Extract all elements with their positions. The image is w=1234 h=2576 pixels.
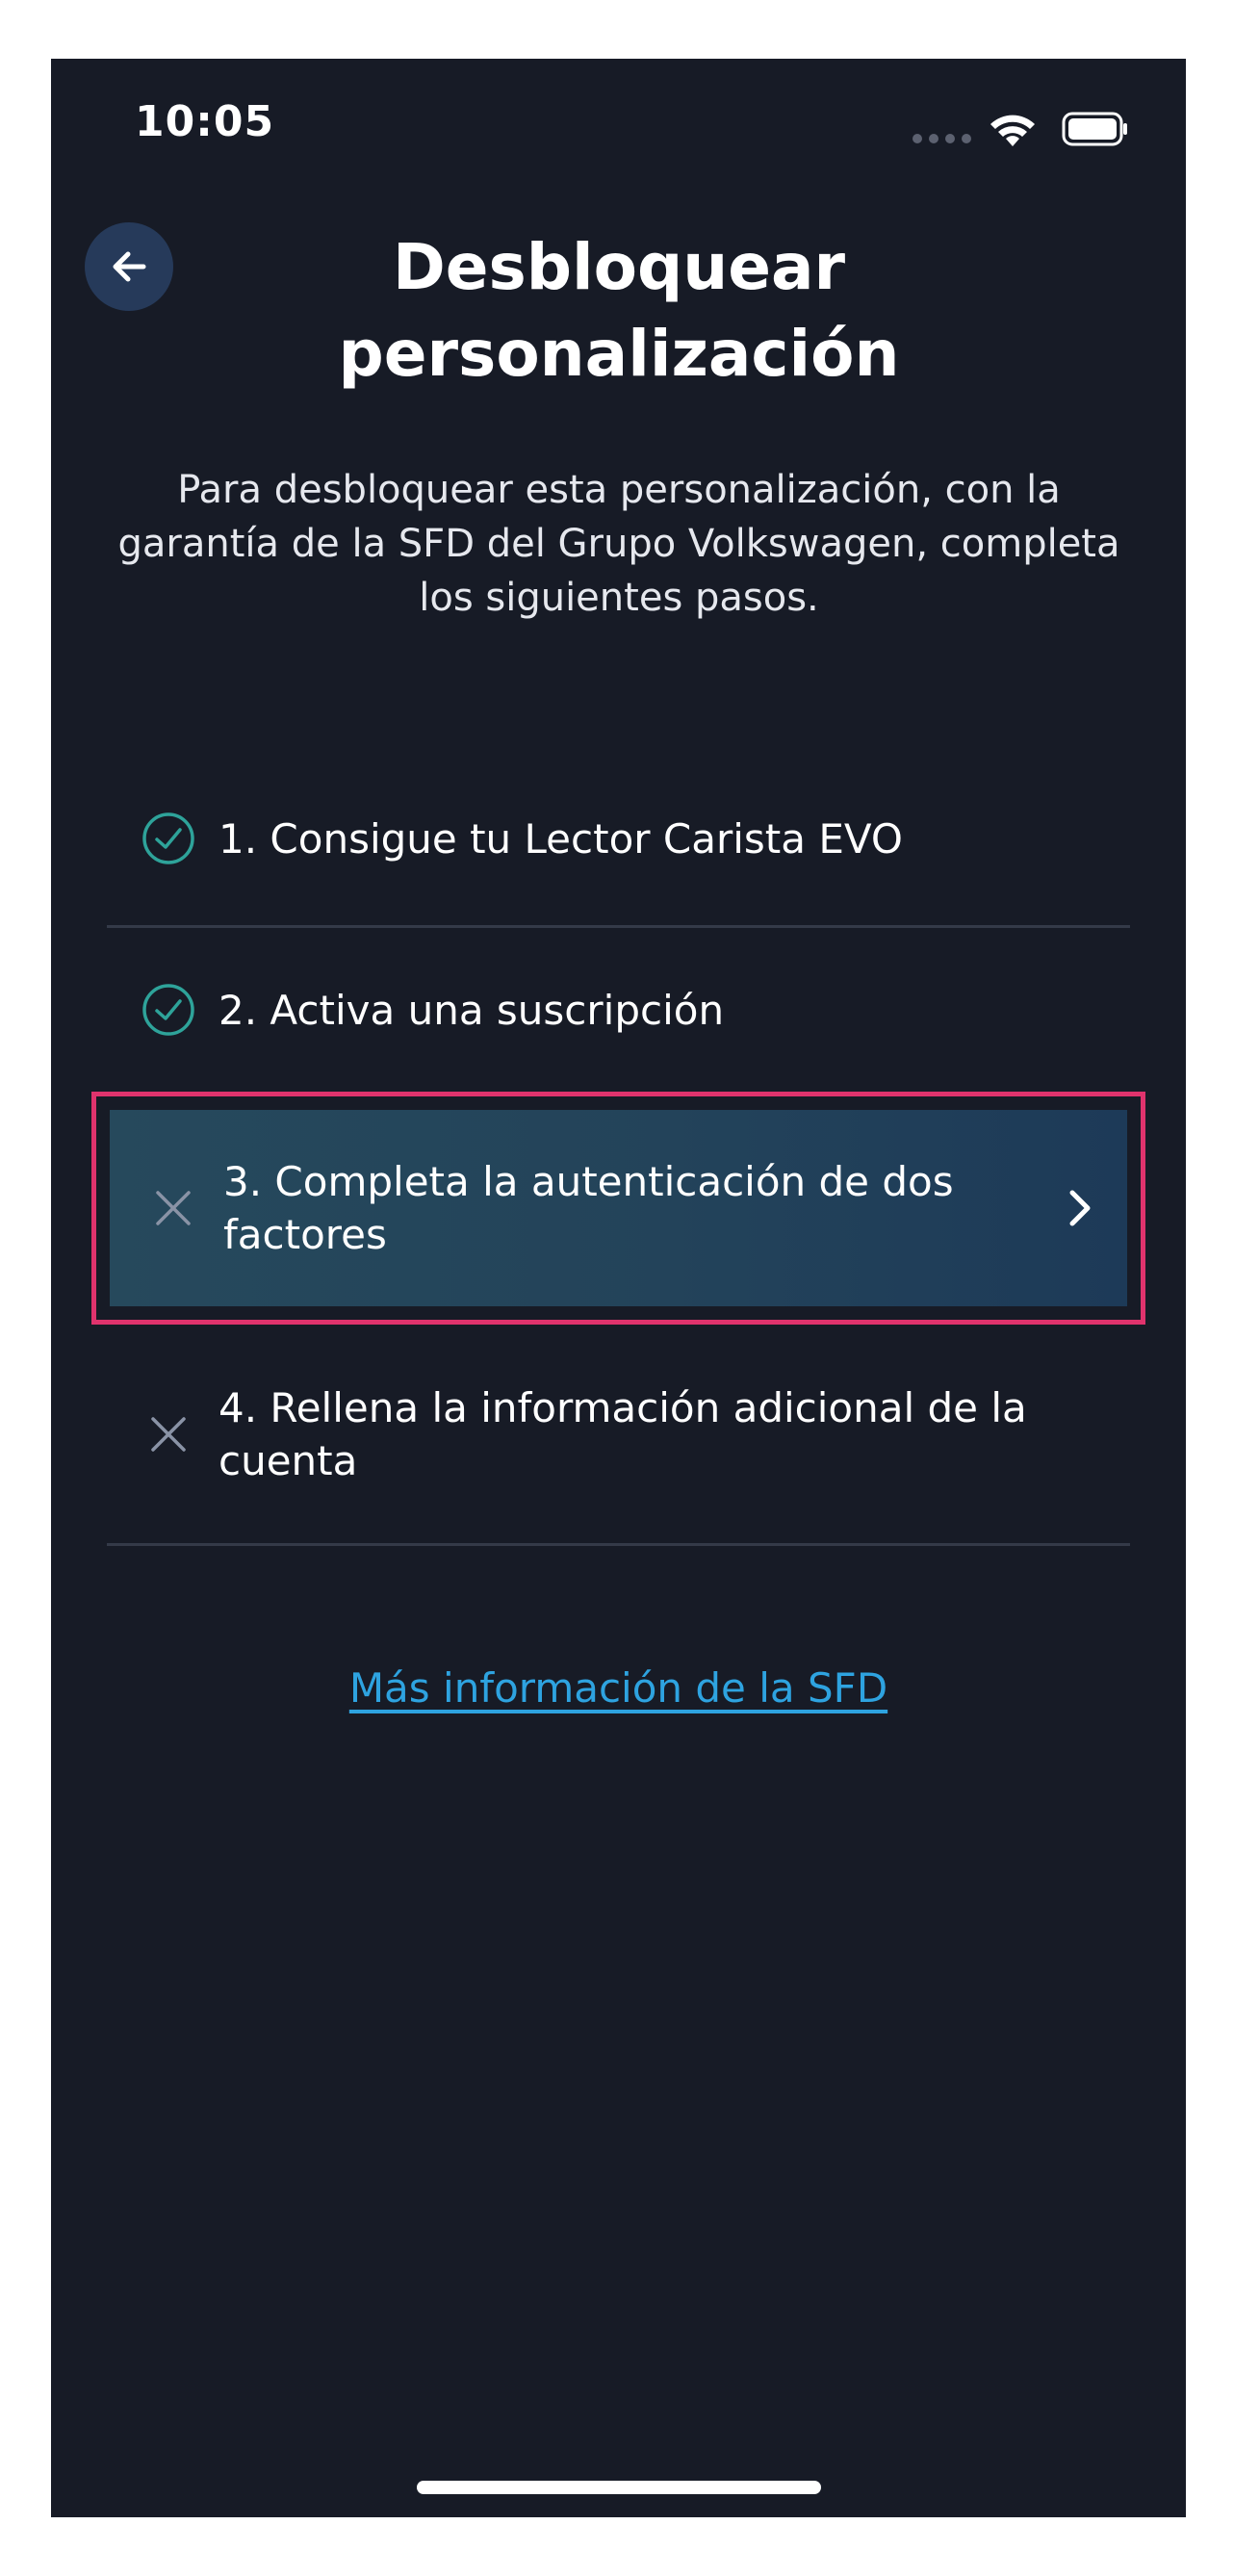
back-button[interactable] xyxy=(85,222,173,311)
status-time: 10:05 xyxy=(135,97,275,146)
more-info-link[interactable]: Más información de la SFD xyxy=(51,1664,1186,1712)
step-2-row: 2. Activa una suscripción xyxy=(107,928,1130,1092)
wifi-icon xyxy=(990,115,1035,146)
check-circle-icon xyxy=(141,811,195,865)
page-title: Desbloquear personalización xyxy=(338,230,900,391)
screen: 10:05 Desbloquear personalización Para d… xyxy=(51,59,1186,2517)
home-indicator[interactable] xyxy=(417,2481,821,2494)
chevron-right-icon xyxy=(1060,1189,1098,1227)
x-icon xyxy=(141,1407,195,1461)
x-icon xyxy=(146,1181,200,1235)
step-3-row[interactable]: 3. Completa la autenticación de dos fact… xyxy=(91,1092,1145,1325)
step-4-label: 4. Rellena la información adicional de l… xyxy=(219,1383,1027,1484)
intro-text: Para desbloquear esta personalización, c… xyxy=(117,468,1120,620)
battery-icon xyxy=(1062,112,1127,146)
step-2-label: 2. Activa una suscripción xyxy=(219,986,725,1034)
status-bar: 10:05 xyxy=(51,59,1186,203)
cellular-signal-icon xyxy=(913,134,971,143)
check-circle-icon xyxy=(141,983,195,1037)
steps-list: 1. Consigue tu Lector Carista EVO 2. Act… xyxy=(91,752,1145,1546)
step-4-row[interactable]: 4. Rellena la información adicional de l… xyxy=(107,1325,1130,1546)
step-1-label: 1. Consigue tu Lector Carista EVO xyxy=(219,814,903,863)
step-1-row: 1. Consigue tu Lector Carista EVO xyxy=(107,752,1130,928)
step-3-label: 3. Completa la autenticación de dos fact… xyxy=(223,1158,954,1258)
arrow-left-icon xyxy=(113,251,146,282)
